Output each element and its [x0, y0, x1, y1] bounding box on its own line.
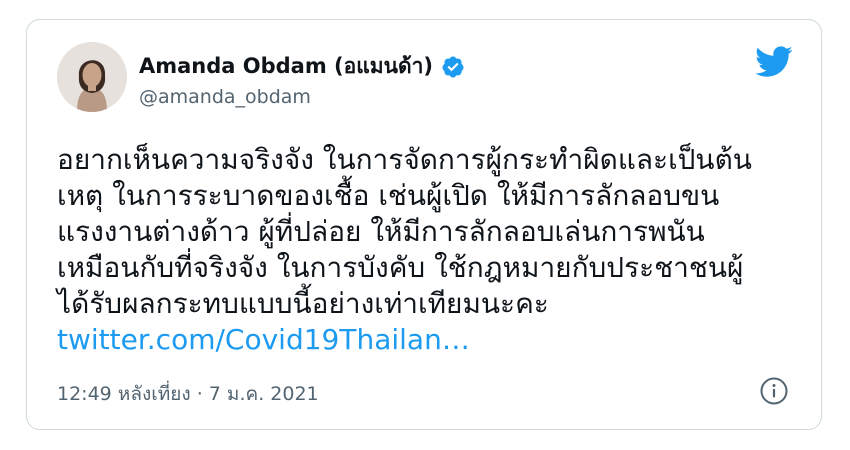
tweet-text-line: เหตุ ในการระบาดของเชื้อ เช่นผู้เปิด ให้ม… [57, 179, 720, 212]
author-display-name[interactable]: Amanda Obdam (อแมนด้า) [139, 50, 433, 83]
info-button[interactable] [759, 376, 789, 406]
tweet-timestamp[interactable]: 12:49 หลังเที่ยง · 7 ม.ค. 2021 [57, 379, 319, 409]
avatar-image [57, 42, 127, 112]
author-avatar[interactable] [57, 42, 127, 112]
author-handle[interactable]: @amanda_obdam [139, 86, 311, 108]
verified-badge-icon [442, 56, 464, 77]
tweet-link[interactable]: twitter.com/Covid19Thailan… [57, 322, 807, 358]
twitter-bird-icon[interactable] [755, 46, 793, 78]
tweet-text-line: ได้รับผลกระทบแบบนี้อย่างเท่าเทียมนะคะ [57, 287, 549, 320]
info-icon [760, 377, 788, 405]
tweet-card[interactable]: Amanda Obdam (อแมนด้า) @amanda_obdam อยา… [26, 19, 822, 430]
author-name-row: Amanda Obdam (อแมนด้า) [139, 50, 465, 83]
tweet-text-line: อยากเห็นความจริงจัง ในการจัดการผู้กระทำผ… [57, 143, 752, 176]
tweet-text: อยากเห็นความจริงจัง ในการจัดการผู้กระทำผ… [57, 142, 807, 358]
tweet-text-line: แรงงานต่างด้าว ผู้ที่ปล่อย ให้มีการลักลอ… [57, 215, 705, 248]
tweet-text-line: เหมือนกับที่จริงจัง ในการบังคับ ใช้กฎหมา… [57, 251, 744, 284]
